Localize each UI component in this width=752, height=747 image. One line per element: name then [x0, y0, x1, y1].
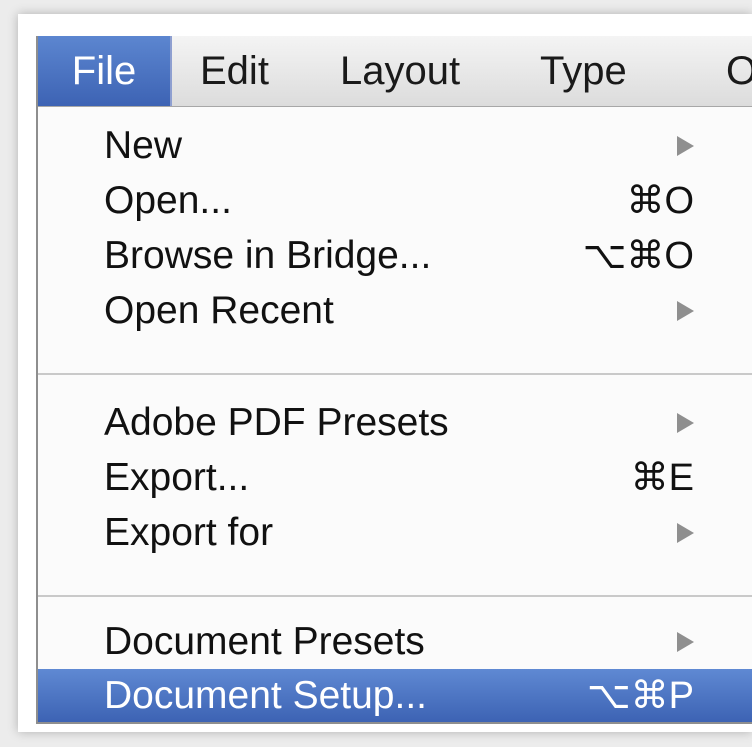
- shortcut-label: ⌘E: [630, 457, 694, 499]
- menu-item-document-presets[interactable]: Document Presets: [38, 615, 752, 669]
- menu-item-label: Document Presets: [104, 620, 425, 663]
- menu-item-document-setup[interactable]: Document Setup... ⌥⌘P: [38, 669, 752, 722]
- submenu-arrow-icon: [677, 301, 694, 321]
- menu-item-browse-in-bridge[interactable]: Browse in Bridge... ⌥⌘O: [38, 229, 752, 283]
- menu-item-label: Document Setup...: [104, 674, 428, 717]
- file-menu-dropdown: New Open... ⌘O Browse in Bridge... ⌥⌘O O…: [38, 107, 752, 722]
- menu-item-export-for[interactable]: Export for: [38, 506, 752, 560]
- menu-item-label: New: [104, 124, 183, 167]
- menu-item-open[interactable]: Open... ⌘O: [38, 174, 752, 228]
- menu-layout[interactable]: Layout: [340, 36, 460, 106]
- menu-item-label: Open Recent: [104, 289, 334, 332]
- submenu-arrow-icon: [677, 523, 694, 543]
- menu-file[interactable]: File: [38, 36, 172, 106]
- menu-edit[interactable]: Edit: [200, 36, 269, 106]
- menu-item-label: Export for: [104, 511, 274, 554]
- menu-item-label: Adobe PDF Presets: [104, 401, 449, 444]
- app-window: File Edit Layout Type O New Open... ⌘O B…: [36, 36, 752, 724]
- menu-item-label: Open...: [104, 179, 232, 222]
- shortcut-label: ⌥⌘P: [586, 675, 694, 717]
- menu-item-open-recent[interactable]: Open Recent: [38, 284, 752, 338]
- submenu-arrow-icon: [677, 413, 694, 433]
- menu-item-label: Browse in Bridge...: [104, 234, 432, 277]
- menu-type[interactable]: Type: [540, 36, 627, 106]
- submenu-arrow-icon: [677, 632, 694, 652]
- menu-item-label: Export...: [104, 456, 250, 499]
- menu-separator: [38, 373, 752, 375]
- shortcut-label: ⌥⌘O: [582, 235, 694, 277]
- submenu-arrow-icon: [677, 136, 694, 156]
- menu-separator: [38, 595, 752, 597]
- menu-item-new[interactable]: New: [38, 119, 752, 173]
- menu-object-partial[interactable]: O: [726, 36, 752, 106]
- menu-item-export[interactable]: Export... ⌘E: [38, 451, 752, 505]
- menu-bar: File Edit Layout Type O: [38, 36, 752, 107]
- menu-item-adobe-pdf-presets[interactable]: Adobe PDF Presets: [38, 396, 752, 450]
- shortcut-label: ⌘O: [626, 180, 694, 222]
